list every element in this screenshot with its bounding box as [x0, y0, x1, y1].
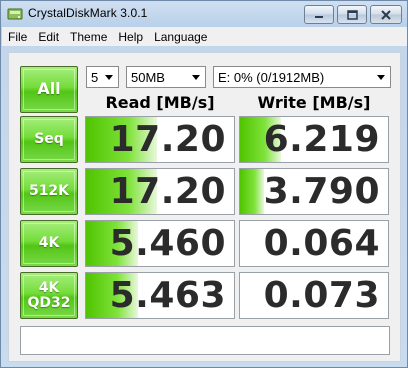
4k-write-cell: 0.064	[239, 220, 389, 267]
maximize-button[interactable]	[337, 5, 367, 24]
test-size-value: 50MB	[131, 70, 165, 85]
write-column-header: Write [MB/s]	[257, 93, 371, 112]
minimize-button[interactable]	[304, 5, 334, 24]
chevron-down-icon	[105, 75, 113, 80]
4k-qd32-read-value: 5.463	[109, 275, 226, 316]
minimize-icon	[315, 15, 323, 18]
test-count-select[interactable]: 5	[86, 66, 119, 88]
seq-test-button[interactable]: Seq	[20, 116, 78, 163]
menu-bar: File Edit Theme Help Language	[2, 27, 407, 46]
seq-read-cell: 17.20	[85, 116, 235, 163]
drive-value: E: 0% (0/1912MB)	[218, 70, 325, 85]
drive-select[interactable]: E: 0% (0/1912MB)	[213, 66, 391, 88]
benchmark-panel: All 5 50MB E: 0% (0/1912MB) Read [MB/s] …	[8, 52, 401, 362]
chevron-down-icon	[377, 75, 385, 80]
4k-qd32-write-value: 0.073	[263, 275, 380, 316]
close-button[interactable]	[370, 5, 402, 24]
title-bar[interactable]: CrystalDiskMark 3.0.1	[1, 1, 407, 27]
run-all-button[interactable]: All	[20, 66, 78, 113]
chevron-down-icon	[192, 75, 200, 80]
app-disk-icon	[7, 8, 23, 20]
seq-read-value: 17.20	[109, 119, 226, 160]
512k-read-value: 17.20	[109, 171, 226, 212]
read-column-header: Read [MB/s]	[105, 93, 215, 112]
maximize-icon	[346, 9, 358, 20]
menu-help[interactable]: Help	[112, 30, 148, 44]
4k-test-button[interactable]: 4K	[20, 220, 78, 267]
seq-write-cell: 6.219	[239, 116, 389, 163]
close-icon	[381, 9, 391, 20]
test-count-value: 5	[91, 70, 99, 85]
512k-write-bar	[240, 169, 264, 214]
menu-theme[interactable]: Theme	[64, 30, 112, 44]
512k-write-value: 3.790	[263, 171, 380, 212]
menu-language[interactable]: Language	[148, 30, 212, 44]
menu-file[interactable]: File	[2, 30, 32, 44]
4k-read-cell: 5.460	[85, 220, 235, 267]
512k-test-button[interactable]: 512K	[20, 168, 78, 215]
app-window: CrystalDiskMark 3.0.1 File Edit Theme He…	[0, 0, 408, 368]
4k-qd32-test-button[interactable]: 4K QD32	[20, 272, 78, 319]
window-title: CrystalDiskMark 3.0.1	[28, 6, 148, 20]
seq-write-value: 6.219	[263, 119, 380, 160]
4k-write-value: 0.064	[263, 223, 380, 264]
menu-edit[interactable]: Edit	[32, 30, 64, 44]
4k-read-value: 5.460	[109, 223, 226, 264]
test-size-select[interactable]: 50MB	[126, 66, 206, 88]
status-bar	[20, 326, 390, 355]
4k-qd32-write-cell: 0.073	[239, 272, 389, 319]
512k-write-cell: 3.790	[239, 168, 389, 215]
512k-read-cell: 17.20	[85, 168, 235, 215]
4k-qd32-read-cell: 5.463	[85, 272, 235, 319]
